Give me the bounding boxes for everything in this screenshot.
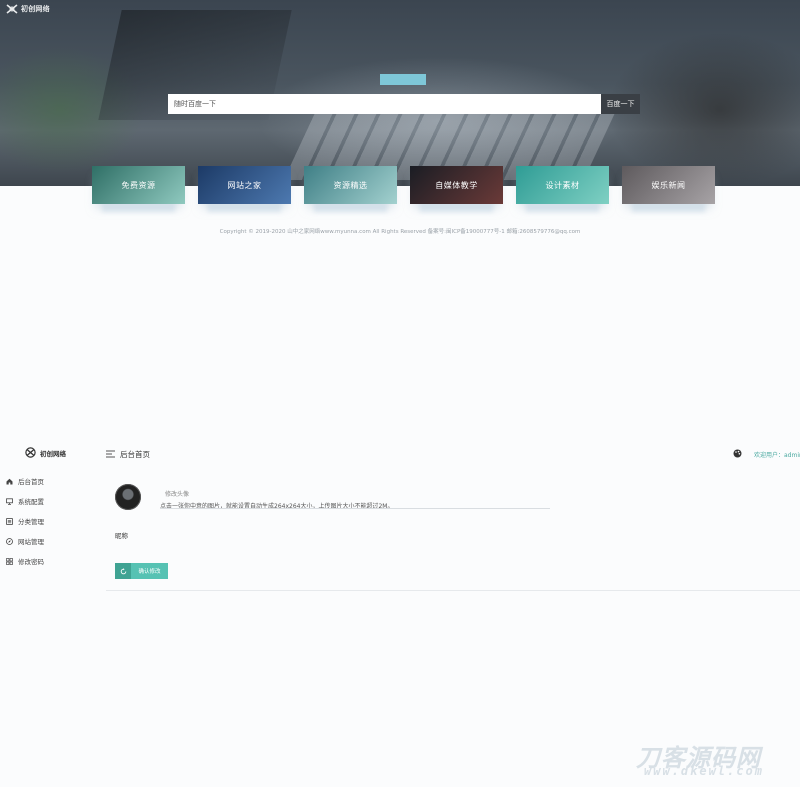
- category-card-label: 娱乐新闻: [651, 180, 686, 190]
- compass-icon: [6, 537, 13, 545]
- avatar-upload-label[interactable]: 修改头像: [165, 489, 189, 498]
- category-card-label: 自媒体教学: [435, 180, 478, 190]
- nickname-label: 昵称: [115, 532, 128, 540]
- admin-header-title: 后台首页: [120, 450, 150, 459]
- sidebar-item-categories[interactable]: 分类管理: [6, 516, 44, 526]
- category-card-label: 网站之家: [227, 180, 262, 190]
- sidebar-item-label: 系统配置: [18, 498, 44, 506]
- category-card[interactable]: 免费资源: [92, 166, 185, 204]
- search-bar: 百度一下: [168, 94, 640, 114]
- search-button[interactable]: 百度一下: [601, 94, 640, 114]
- category-card[interactable]: 设计素材: [516, 166, 609, 204]
- profile-form-card: [106, 470, 800, 591]
- hero-accent-bar: [380, 74, 426, 85]
- category-card-label: 资源精选: [333, 180, 368, 190]
- category-card-label: 设计素材: [545, 180, 580, 190]
- admin-logo[interactable]: 初创网络: [24, 447, 66, 458]
- sidebar-item-label: 分类管理: [18, 518, 44, 526]
- category-card[interactable]: 自媒体教学: [410, 166, 503, 204]
- site-logo-text: 初创网络: [21, 5, 50, 13]
- save-button-icon-box: [115, 563, 131, 579]
- menu-toggle-icon[interactable]: [106, 450, 115, 458]
- logo-icon: [25, 447, 36, 458]
- sidebar-item-websites[interactable]: 网站管理: [6, 536, 44, 546]
- logo-icon: [6, 4, 18, 14]
- sidebar-item-label: 后台首页: [18, 478, 44, 486]
- category-card[interactable]: 娱乐新闻: [622, 166, 715, 204]
- sidebar-item-label: 修改密码: [18, 558, 44, 566]
- category-card[interactable]: 网站之家: [198, 166, 291, 204]
- sidebar-item-home[interactable]: 后台首页: [6, 476, 44, 486]
- save-button-label: 确认修改: [131, 563, 168, 579]
- sidebar-item-label: 网站管理: [18, 538, 44, 546]
- avatar[interactable]: [115, 484, 141, 510]
- palette-icon[interactable]: [733, 449, 742, 458]
- sidebar-item-system[interactable]: 系统配置: [6, 496, 44, 506]
- category-card-label: 免费资源: [121, 180, 156, 190]
- refresh-icon: [120, 567, 126, 574]
- search-input[interactable]: [168, 94, 601, 114]
- hero-banner: 初创网络 百度一下: [0, 0, 800, 186]
- save-button[interactable]: 确认修改: [115, 563, 168, 579]
- sidebar-item-password[interactable]: 修改密码: [6, 556, 44, 566]
- grid-icon: [6, 557, 13, 565]
- site-logo[interactable]: 初创网络: [6, 4, 50, 14]
- list-icon: [6, 517, 13, 525]
- divider: [160, 508, 550, 509]
- watermark-url: www.dkewl.com: [644, 764, 764, 778]
- header-user-menu[interactable]: 欢迎用户：admin: [754, 450, 800, 459]
- category-card[interactable]: 资源精选: [304, 166, 397, 204]
- home-icon: [6, 478, 13, 484]
- monitor-icon: [6, 497, 13, 505]
- admin-logo-text: 初创网络: [40, 449, 66, 458]
- footer-copyright: Copyright © 2019-2020 山中之家网络www.myunna.c…: [219, 229, 581, 235]
